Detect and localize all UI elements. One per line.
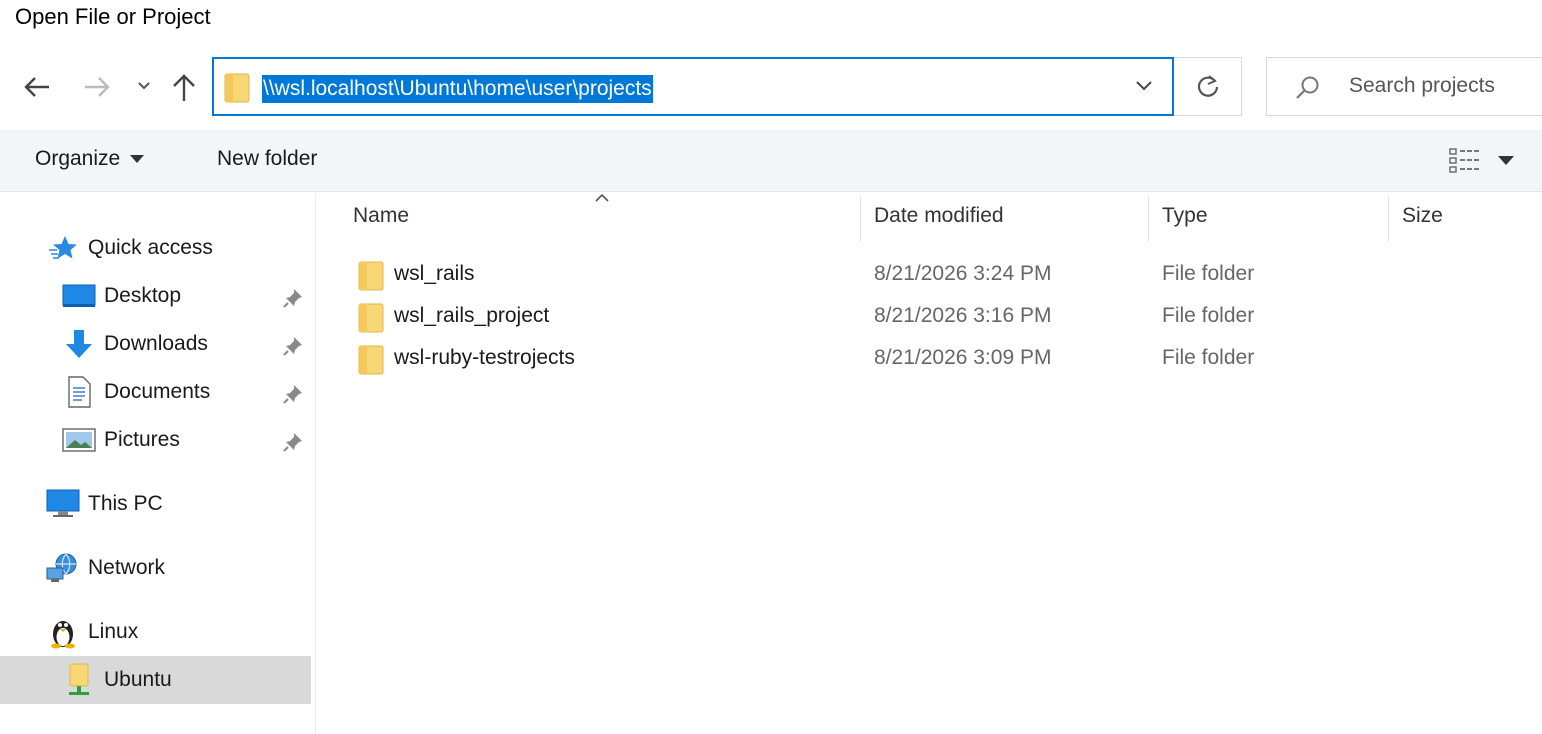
pin-icon[interactable] <box>282 431 304 458</box>
column-divider[interactable] <box>1148 196 1149 242</box>
new-folder-button[interactable]: New folder <box>217 147 317 171</box>
sidebar-item-pictures[interactable]: Pictures <box>62 417 180 463</box>
file-date: 8/21/2026 3:16 PM <box>874 304 1052 327</box>
refresh-icon <box>1197 74 1218 97</box>
column-divider[interactable] <box>860 196 861 242</box>
file-date: 8/21/2026 3:24 PM <box>874 262 1052 285</box>
command-bar: Organize New folder <box>0 130 1542 192</box>
tux-penguin-icon <box>46 617 80 649</box>
sidebar-item-network[interactable]: Network <box>46 545 165 591</box>
sidebar-item-ubuntu[interactable]: Ubuntu <box>62 657 172 703</box>
search-icon <box>1295 75 1321 106</box>
pin-icon[interactable] <box>282 287 304 314</box>
details-view-icon <box>1449 148 1480 173</box>
pin-icon[interactable] <box>282 335 304 362</box>
sidebar-item-quick-access[interactable]: Quick access <box>46 225 213 271</box>
search-box[interactable]: Search projects <box>1266 57 1542 116</box>
sidebar-item-documents[interactable]: Documents <box>62 369 210 415</box>
sidebar-item-label: Downloads <box>104 332 208 355</box>
sidebar-item-label: Pictures <box>104 428 180 451</box>
column-header-date[interactable]: Date modified <box>874 204 1004 228</box>
organize-button[interactable]: Organize <box>35 147 145 171</box>
arrow-up-icon <box>173 74 195 101</box>
network-icon <box>46 553 80 583</box>
address-path[interactable]: \\wsl.localhost\Ubuntu\home\user\project… <box>262 75 653 103</box>
network-folder-icon <box>62 663 96 695</box>
file-name[interactable]: wsl-ruby-testrojects <box>394 346 575 370</box>
window-title: Open File or Project <box>15 4 211 29</box>
forward-button[interactable] <box>80 70 114 104</box>
column-divider[interactable] <box>1388 196 1389 242</box>
sidebar-item-downloads[interactable]: Downloads <box>62 321 208 367</box>
star-icon <box>46 233 80 263</box>
arrow-left-icon <box>24 77 49 97</box>
computer-icon <box>46 489 80 519</box>
caret-down-icon <box>130 155 145 163</box>
change-view-button[interactable] <box>1448 146 1514 174</box>
downloads-icon <box>62 329 96 359</box>
sidebar-item-label: Ubuntu <box>104 668 172 691</box>
folder-icon <box>358 261 384 296</box>
caret-down-icon <box>1498 155 1514 165</box>
file-type: File folder <box>1162 346 1255 369</box>
address-bar[interactable]: \\wsl.localhost\Ubuntu\home\user\project… <box>212 57 1174 116</box>
file-date: 8/21/2026 3:09 PM <box>874 346 1052 369</box>
file-type: File folder <box>1162 304 1255 327</box>
file-name[interactable]: wsl_rails_project <box>394 304 549 328</box>
search-input[interactable]: Search projects <box>1349 74 1495 98</box>
chevron-down-icon[interactable] <box>1134 79 1154 98</box>
sidebar-item-desktop[interactable]: Desktop <box>62 273 181 319</box>
pictures-icon <box>62 425 96 455</box>
sidebar-item-label: Quick access <box>88 236 213 259</box>
file-type: File folder <box>1162 262 1255 285</box>
column-header-size[interactable]: Size <box>1402 204 1443 228</box>
back-button[interactable] <box>20 70 54 104</box>
documents-icon <box>62 376 96 408</box>
up-button[interactable] <box>168 70 200 106</box>
recent-locations-button[interactable] <box>134 76 154 96</box>
file-name[interactable]: wsl_rails <box>394 262 475 286</box>
column-header-name[interactable]: Name <box>353 204 409 228</box>
folder-icon <box>358 345 384 380</box>
table-row[interactable]: wsl_rails_project 8/21/2026 3:16 PM File… <box>350 297 1542 339</box>
navigation-pane: Quick access Desktop Downloads Documents… <box>0 193 316 734</box>
refresh-button[interactable] <box>1174 57 1242 116</box>
folder-icon <box>358 303 384 338</box>
table-row[interactable]: wsl-ruby-testrojects 8/21/2026 3:09 PM F… <box>350 339 1542 381</box>
sidebar-item-this-pc[interactable]: This PC <box>46 481 163 527</box>
sort-ascending-icon <box>594 190 610 208</box>
sidebar-item-label: Desktop <box>104 284 182 307</box>
table-row[interactable]: wsl_rails 8/21/2026 3:24 PM File folder <box>350 255 1542 297</box>
sidebar-item-label: This PC <box>88 492 163 515</box>
desktop-icon <box>62 281 96 311</box>
sidebar-item-label: Network <box>88 556 166 579</box>
column-header-type[interactable]: Type <box>1162 204 1208 228</box>
sidebar-item-label: Documents <box>104 380 211 403</box>
folder-icon <box>224 73 250 108</box>
pin-icon[interactable] <box>282 383 304 410</box>
new-folder-label: New folder <box>217 147 318 170</box>
sidebar-item-label: Linux <box>88 620 139 643</box>
chevron-down-icon <box>138 82 150 90</box>
sidebar-item-linux[interactable]: Linux <box>46 609 138 655</box>
organize-label: Organize <box>35 147 121 170</box>
arrow-right-icon <box>85 77 110 97</box>
